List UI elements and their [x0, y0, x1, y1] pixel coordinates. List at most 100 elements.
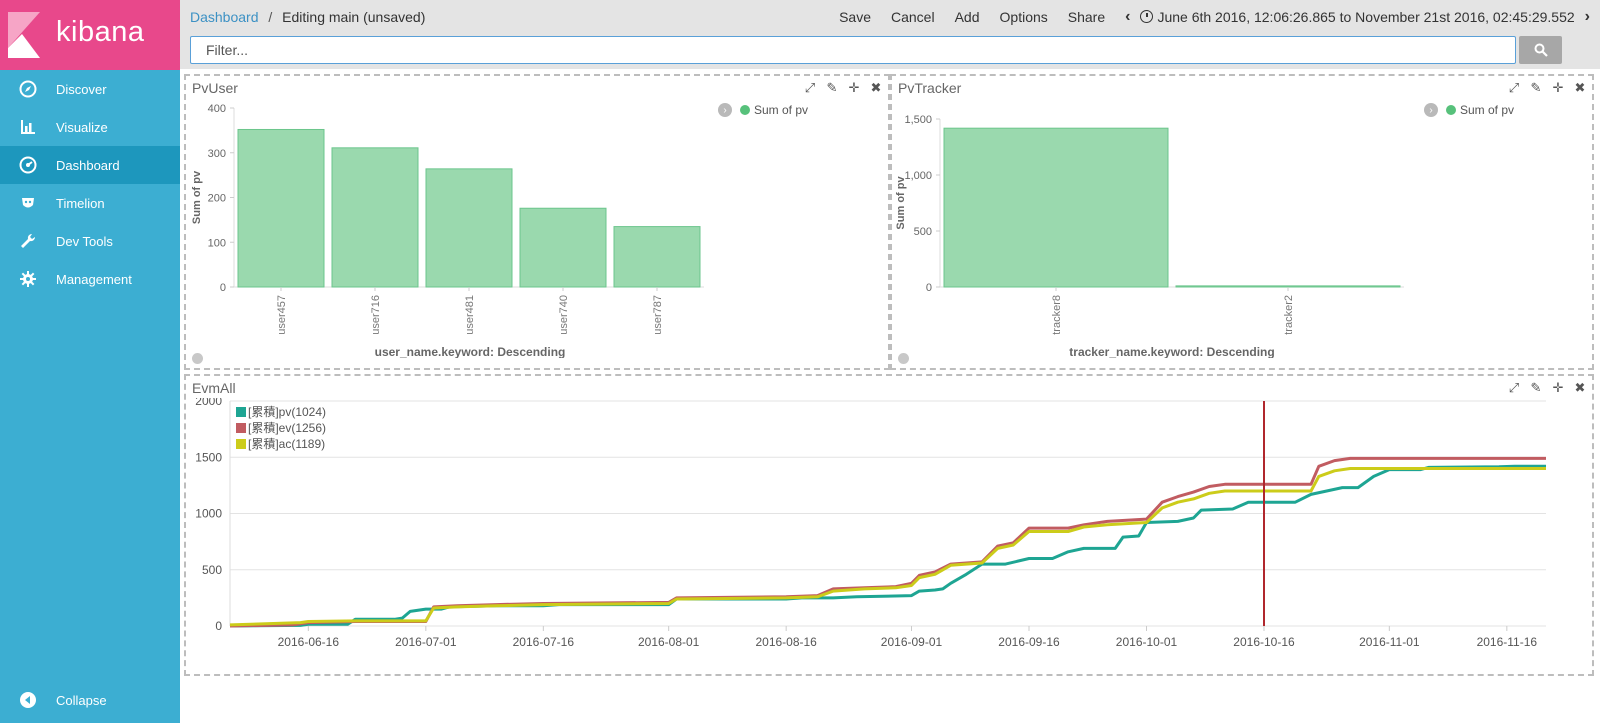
kibana-logo-icon: [8, 12, 40, 58]
pvtracker-bar-chart: 0 500 1,000 1,500 tracker8 tracker2 Sum of pv t…: [895, 114, 1404, 358]
y-axis-title: Sum of pv: [895, 176, 907, 230]
dashboard-icon: [0, 156, 56, 174]
bar: [425, 168, 513, 288]
sidebar-item-label: Discover: [56, 81, 107, 97]
add-button[interactable]: Add: [955, 9, 980, 25]
edit-pencil-icon[interactable]: ✎: [824, 80, 840, 96]
x-tick-label: 2016-06-16: [278, 635, 340, 649]
bar: [519, 207, 607, 288]
x-tick-label: 2016-10-01: [1116, 635, 1178, 649]
move-icon[interactable]: ✛: [1550, 80, 1566, 96]
x-tick-label: 2016-11-01: [1359, 635, 1420, 649]
panel-title: PvUser: [192, 80, 238, 96]
x-tick-label: tracker8: [1051, 295, 1063, 335]
sidebar-item-dev-tools[interactable]: Dev Tools: [0, 222, 180, 260]
y-tick-label: 300: [208, 148, 226, 160]
breadcrumb-separator: /: [268, 8, 273, 25]
y-tick-label: 1500: [195, 450, 222, 464]
x-tick-label: user740: [558, 295, 570, 335]
legend-label: [累積]ev(1256): [248, 420, 326, 435]
legend-swatch: [236, 407, 246, 417]
expand-icon[interactable]: ⤢: [802, 80, 818, 96]
edit-pencil-icon[interactable]: ✎: [1528, 380, 1544, 396]
sidebar-item-timelion[interactable]: Timelion: [0, 184, 180, 222]
time-previous-icon[interactable]: ‹: [1125, 8, 1130, 26]
bar: [613, 226, 701, 288]
sidebar-item-dashboard[interactable]: Dashboard: [0, 146, 180, 184]
y-tick-label: 0: [926, 282, 932, 294]
legend-swatch: [236, 423, 246, 433]
close-icon[interactable]: ✖: [1572, 380, 1588, 396]
query-bar: [180, 33, 1600, 69]
x-tick-label: user716: [370, 295, 382, 335]
share-button[interactable]: Share: [1068, 9, 1105, 25]
bar: [331, 147, 419, 288]
breadcrumb-dashboard-link[interactable]: Dashboard: [190, 9, 259, 25]
x-tick-label: 2016-07-16: [513, 635, 575, 649]
bar-chart-icon: [0, 118, 56, 136]
sidebar: kibana Discover Visualize Dashboard Timelio…: [0, 0, 180, 723]
close-icon[interactable]: ✖: [868, 80, 884, 96]
sidebar-item-label: Management: [56, 271, 132, 287]
options-button[interactable]: Options: [1000, 9, 1048, 25]
legend-label: [累積]pv(1024): [248, 404, 326, 419]
y-tick-label: 1,500: [904, 114, 932, 126]
panel-pvtracker: PvTracker ⤢ ✎ ✛ ✖ › Sum of pv 0 500 1,000 1…: [890, 74, 1594, 370]
edit-pencil-icon[interactable]: ✎: [1528, 80, 1544, 96]
sidebar-item-discover[interactable]: Discover: [0, 70, 180, 108]
x-tick-label: 2016-08-16: [755, 635, 817, 649]
sidebar-item-management[interactable]: Management: [0, 260, 180, 298]
collapse-label: Collapse: [56, 692, 107, 708]
x-tick-label: 2016-09-16: [998, 635, 1060, 649]
breadcrumb-current: Editing main (unsaved): [282, 8, 426, 25]
expand-icon[interactable]: ⤢: [1506, 380, 1522, 396]
kibana-logo[interactable]: kibana: [0, 0, 180, 70]
timelion-icon: [0, 194, 56, 212]
compass-icon: [0, 80, 56, 98]
series-line: [229, 467, 1546, 627]
top-nav-bar: Dashboard / Editing main (unsaved) Save …: [180, 0, 1600, 33]
time-range-label: June 6th 2016, 12:06:26.865 to November …: [1157, 8, 1575, 25]
move-icon[interactable]: ✛: [846, 80, 862, 96]
bar: [237, 128, 325, 288]
y-tick-label: 1,000: [904, 170, 932, 182]
time-picker[interactable]: June 6th 2016, 12:06:26.865 to November …: [1140, 8, 1575, 25]
x-tick-label: user481: [464, 295, 476, 335]
series-line: [229, 464, 1546, 628]
move-icon[interactable]: ✛: [1550, 380, 1566, 396]
bar: [943, 127, 1169, 288]
search-icon: [1534, 43, 1548, 57]
y-axis-title: Sum of pv: [191, 170, 203, 224]
x-tick-label: tracker2: [1283, 295, 1295, 335]
y-tick-label: 500: [914, 226, 932, 238]
pvuser-bar-chart: 0 100 200 300 400 user457 user716 user481 user74…: [191, 103, 704, 358]
filter-input[interactable]: [190, 36, 1516, 64]
sidebar-item-label: Dev Tools: [56, 233, 113, 249]
close-icon[interactable]: ✖: [1572, 80, 1588, 96]
y-tick-label: 1000: [195, 507, 222, 521]
x-tick-label: user787: [652, 295, 664, 335]
y-tick-label: 200: [208, 193, 226, 205]
x-tick-label: 2016-08-01: [638, 635, 700, 649]
time-next-icon[interactable]: ›: [1585, 8, 1590, 26]
expand-icon[interactable]: ⤢: [1506, 80, 1522, 96]
spy-toggle-icon[interactable]: [192, 353, 203, 364]
sidebar-item-visualize[interactable]: Visualize: [0, 108, 180, 146]
cancel-button[interactable]: Cancel: [891, 9, 935, 25]
collapse-icon: [0, 691, 56, 709]
panel-title: EvmAll: [192, 380, 236, 396]
collapse-button[interactable]: Collapse: [0, 685, 180, 715]
series-line: [229, 456, 1546, 628]
panel-pvuser: PvUser ⤢ ✎ ✛ ✖ › Sum of pv 0 100 200 300 400…: [184, 74, 890, 370]
app-name: kibana: [56, 16, 145, 48]
save-button[interactable]: Save: [839, 9, 871, 25]
x-tick-label: 2016-09-01: [881, 635, 943, 649]
clock-icon: [1140, 10, 1154, 23]
sidebar-item-label: Timelion: [56, 195, 105, 211]
panel-title: PvTracker: [898, 80, 962, 96]
wrench-icon: [0, 232, 56, 250]
search-button[interactable]: [1519, 36, 1562, 64]
spy-toggle-icon[interactable]: [898, 353, 909, 364]
breadcrumb: Dashboard / Editing main (unsaved): [190, 9, 425, 25]
legend-label: [累積]ac(1189): [248, 436, 325, 451]
